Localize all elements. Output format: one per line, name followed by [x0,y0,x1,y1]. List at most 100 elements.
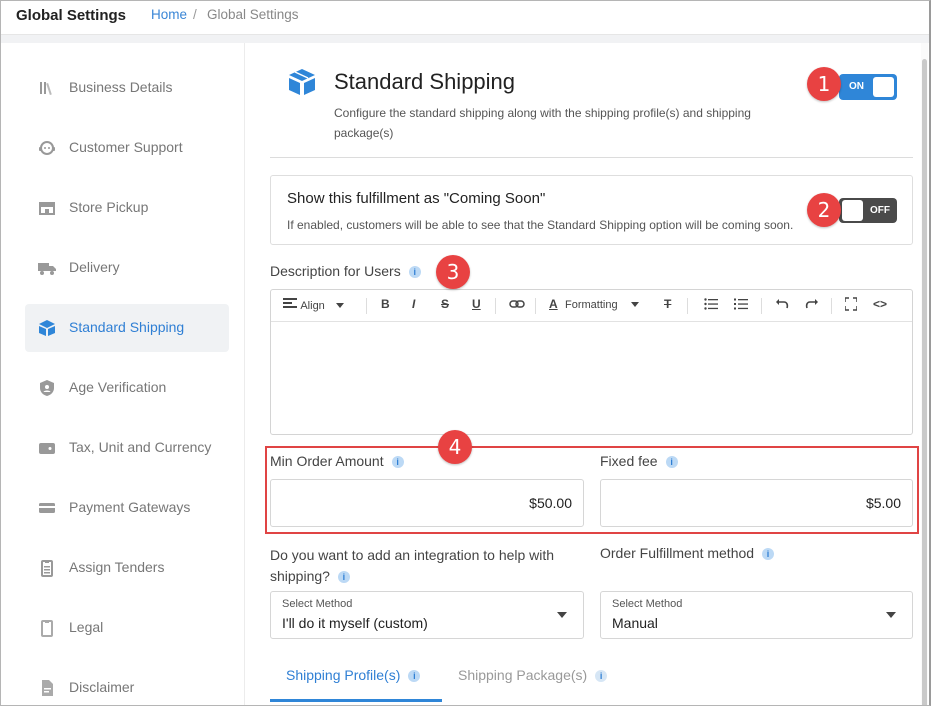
sidebar-item-payment-gateways[interactable]: Payment Gateways [25,484,229,532]
bullet-list-icon[interactable] [704,297,718,315]
annotation-badge-2: 2 [807,193,841,227]
fulfillment-method-select[interactable]: Select Method Manual [600,591,913,639]
numbered-list-icon[interactable] [734,297,748,315]
toolbar-separator [535,298,536,314]
tab-label: Shipping Profile(s) [286,667,401,683]
header-divider-strip [1,35,929,43]
sidebar-item-assign-tenders[interactable]: Assign Tenders [25,544,229,592]
annotation-badge-4: 4 [438,430,472,464]
section-description: Configure the standard shipping along wi… [334,106,751,140]
store-icon [39,202,55,215]
sidebar-item-label: Legal [69,619,104,635]
select-label: Select Method [612,598,683,610]
fulfillment-label-text: Order Fulfillment method [600,545,755,561]
coming-soon-title: Show this fulfillment as "Coming Soon" [287,190,546,207]
top-bar: Global Settings Home / Global Settings [1,1,929,35]
select-value: I'll do it myself (custom) [282,615,428,631]
fullscreen-icon[interactable] [844,297,858,315]
sidebar-item-label: Delivery [69,259,120,275]
coming-soon-description: If enabled, customers will be able to se… [287,218,794,232]
fixed-fee-label: Fixed fee i [600,453,678,469]
align-left-icon [283,298,297,308]
section-title: Standard Shipping [334,69,516,94]
select-value: Manual [612,615,658,631]
editor-content-area[interactable] [271,323,912,434]
fixed-fee-input[interactable]: $5.00 [600,479,913,527]
annotation-badge-1: 1 [807,67,841,101]
info-icon[interactable]: i [337,571,350,584]
chevron-down-icon [630,302,639,308]
chevron-down-icon [886,612,896,618]
wallet-icon [39,443,55,454]
min-order-amount-input[interactable]: $50.00 [270,479,584,527]
info-icon[interactable]: i [665,456,678,469]
link-icon[interactable] [509,297,525,315]
toolbar-separator [366,298,367,314]
scrollbar-thumb[interactable] [922,59,927,705]
section-divider [270,157,913,158]
strikethrough-icon[interactable]: S [441,297,449,315]
sidebar-item-label: Age Verification [69,379,167,395]
sidebar-item-age-verification[interactable]: Age Verification [25,364,229,412]
active-tab-indicator [270,699,442,702]
formatting-dropdown[interactable]: A Formatting [549,297,639,315]
credit-card-icon [39,503,55,513]
tab-label: Shipping Package(s) [458,667,588,683]
toolbar-separator [495,298,496,314]
sidebar-item-legal[interactable]: Legal [25,604,229,652]
sidebar-item-label: Store Pickup [69,199,149,215]
align-dropdown[interactable]: Align [283,297,345,315]
bold-icon[interactable]: B [381,297,390,315]
integration-label-line2: shipping? [270,568,330,584]
toolbar-separator [761,298,762,314]
books-icon [40,82,52,96]
align-label: Align [300,300,325,312]
app-window: Global Settings Home / Global Settings B… [0,0,931,706]
editor-toolbar: Align B I S U A Formatting T <> [271,290,912,322]
code-view-icon[interactable]: <> [873,297,887,315]
min-order-label-text: Min Order Amount [270,453,384,469]
sidebar-item-standard-shipping[interactable]: Standard Shipping [25,304,229,352]
sidebar-item-label: Standard Shipping [69,319,185,335]
sidebar-item-label: Assign Tenders [69,559,165,575]
breadcrumb-home-link[interactable]: Home [151,7,187,22]
page-title: Global Settings [16,7,127,24]
sidebar-item-delivery[interactable]: Delivery [25,244,229,292]
select-label: Select Method [282,598,353,610]
document-icon [42,680,53,696]
clear-format-icon[interactable]: T [664,297,671,315]
integration-method-select[interactable]: Select Method I'll do it myself (custom) [270,591,584,639]
undo-icon[interactable] [774,297,790,315]
support-agent-icon [39,141,55,155]
coming-soon-toggle[interactable]: OFF [839,198,897,223]
min-order-label: Min Order Amount i [270,453,404,469]
sidebar-item-label: Tax, Unit and Currency [69,439,212,455]
sidebar-item-label: Payment Gateways [69,499,191,515]
description-label: Description for Users i [270,263,421,279]
info-icon[interactable]: i [762,548,775,561]
standard-shipping-toggle[interactable]: ON [839,74,897,100]
underline-icon[interactable]: U [472,297,481,315]
sidebar-item-customer-support[interactable]: Customer Support [25,124,229,172]
sidebar-item-label: Customer Support [69,139,183,155]
min-order-value: $50.00 [529,495,572,511]
info-icon[interactable]: i [391,456,404,469]
redo-icon[interactable] [804,297,820,315]
fixed-fee-label-text: Fixed fee [600,453,658,469]
formatting-label: Formatting [565,299,618,311]
italic-icon[interactable]: I [412,297,415,315]
text-color-icon: A [549,297,558,311]
info-icon[interactable]: i [408,266,421,279]
sidebar-item-tax-unit-currency[interactable]: Tax, Unit and Currency [25,424,229,472]
toggle-label: ON [849,81,864,92]
chevron-down-icon [557,612,567,618]
toolbar-separator [687,298,688,314]
toggle-label: OFF [870,205,890,216]
toggle-knob [873,77,894,97]
sidebar-item-disclaimer[interactable]: Disclaimer [25,664,229,705]
delivery-truck-icon [38,263,56,275]
sidebar-item-business-details[interactable]: Business Details [25,64,229,112]
chevron-down-icon [336,303,345,309]
sidebar-item-label: Business Details [69,79,173,95]
sidebar-item-store-pickup[interactable]: Store Pickup [25,184,229,232]
